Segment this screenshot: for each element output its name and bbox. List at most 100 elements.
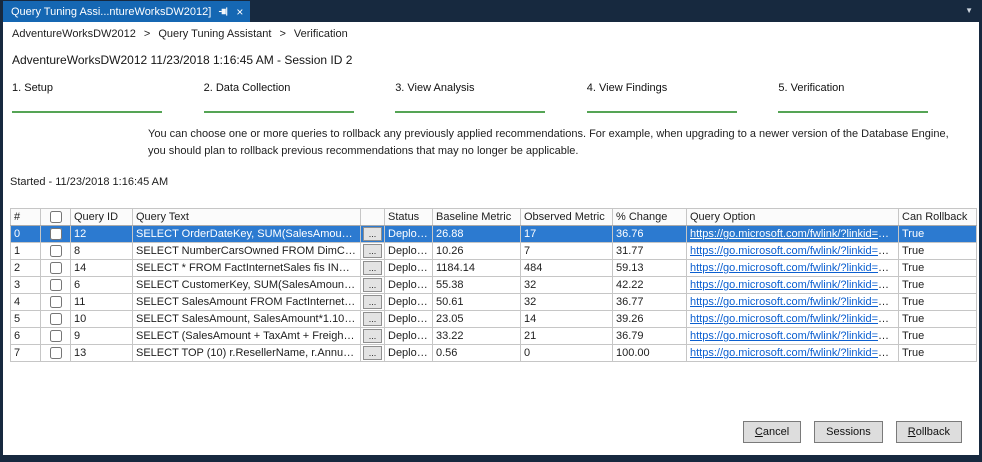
- status-cell: Deployed: [385, 226, 433, 243]
- row-checkbox[interactable]: [50, 313, 62, 325]
- row-number-cell[interactable]: 1: [11, 243, 41, 260]
- query-text-expand-cell[interactable]: ...: [361, 243, 385, 260]
- row-select-cell[interactable]: [41, 277, 71, 294]
- row-checkbox[interactable]: [50, 347, 62, 359]
- row-number-cell[interactable]: 7: [11, 345, 41, 362]
- grid-row[interactable]: 36SELECT CustomerKey, SUM(SalesAmount) A…: [11, 277, 977, 294]
- grid-row[interactable]: 012SELECT OrderDateKey, SUM(SalesAmount)…: [11, 226, 977, 243]
- row-select-cell[interactable]: [41, 311, 71, 328]
- document-tab[interactable]: Query Tuning Assi...ntureWorksDW2012] ×: [3, 1, 250, 22]
- row-select-cell[interactable]: [41, 226, 71, 243]
- row-number-cell[interactable]: 0: [11, 226, 41, 243]
- row-checkbox[interactable]: [50, 330, 62, 342]
- row-checkbox[interactable]: [50, 245, 62, 257]
- expand-query-text-button[interactable]: ...: [363, 227, 382, 241]
- col-query-option[interactable]: Query Option: [687, 209, 899, 226]
- expand-query-text-button[interactable]: ...: [363, 278, 382, 292]
- row-checkbox[interactable]: [50, 262, 62, 274]
- row-select-cell[interactable]: [41, 243, 71, 260]
- grid-row[interactable]: 411SELECT SalesAmount FROM FactInternetS…: [11, 294, 977, 311]
- query-text-expand-cell[interactable]: ...: [361, 294, 385, 311]
- query-text-expand-cell[interactable]: ...: [361, 277, 385, 294]
- expand-query-text-button[interactable]: ...: [363, 261, 382, 275]
- grid-row[interactable]: 18SELECT NumberCarsOwned FROM DimCustome…: [11, 243, 977, 260]
- row-number-cell[interactable]: 3: [11, 277, 41, 294]
- row-select-cell[interactable]: [41, 328, 71, 345]
- rollback-button[interactable]: Rollback: [896, 421, 962, 443]
- query-text-expand-cell[interactable]: ...: [361, 260, 385, 277]
- query-text-expand-cell[interactable]: ...: [361, 311, 385, 328]
- grid-row[interactable]: 69SELECT (SalesAmount + TaxAmt + Freight…: [11, 328, 977, 345]
- row-number-cell[interactable]: 5: [11, 311, 41, 328]
- grid-row[interactable]: 510SELECT SalesAmount, SalesAmount*1.10 …: [11, 311, 977, 328]
- queries-grid: # Query ID Query Text Status Baseline Me…: [10, 208, 979, 362]
- can-rollback-cell: True: [899, 311, 977, 328]
- col-pct-change[interactable]: % Change: [613, 209, 687, 226]
- query-text-expand-cell[interactable]: ...: [361, 345, 385, 362]
- col-baseline-metric[interactable]: Baseline Metric: [433, 209, 521, 226]
- expand-query-text-button[interactable]: ...: [363, 329, 382, 343]
- grid-row[interactable]: 713SELECT TOP (10) r.ResellerName, r.Ann…: [11, 345, 977, 362]
- query-text-expand-cell[interactable]: ...: [361, 328, 385, 345]
- col-status[interactable]: Status: [385, 209, 433, 226]
- row-select-cell[interactable]: [41, 345, 71, 362]
- col-query-id[interactable]: Query ID: [71, 209, 133, 226]
- step-label: 1. Setup: [12, 82, 204, 94]
- query-option-cell: https://go.microsoft.com/fwlink/?linkid=…: [687, 311, 899, 328]
- row-number-cell[interactable]: 4: [11, 294, 41, 311]
- pct-change-cell: 42.22: [613, 277, 687, 294]
- expand-query-text-button[interactable]: ...: [363, 312, 382, 326]
- row-number-cell[interactable]: 2: [11, 260, 41, 277]
- query-id-cell: 10: [71, 311, 133, 328]
- query-option-link[interactable]: https://go.microsoft.com/fwlink/?linkid=…: [690, 330, 899, 342]
- row-select-cell[interactable]: [41, 294, 71, 311]
- row-checkbox[interactable]: [50, 279, 62, 291]
- cancel-button[interactable]: Cancel: [743, 421, 801, 443]
- query-option-link[interactable]: https://go.microsoft.com/fwlink/?linkid=…: [690, 347, 899, 359]
- row-checkbox[interactable]: [50, 228, 62, 240]
- query-option-link[interactable]: https://go.microsoft.com/fwlink/?linkid=…: [690, 245, 899, 257]
- observed-metric-cell: 21: [521, 328, 613, 345]
- breadcrumb-item-qta[interactable]: Query Tuning Assistant: [158, 28, 271, 40]
- col-can-rollback[interactable]: Can Rollback: [899, 209, 977, 226]
- pin-icon[interactable]: [218, 6, 229, 17]
- breadcrumb-item-database[interactable]: AdventureWorksDW2012: [12, 28, 136, 40]
- tab-title: Query Tuning Assi...ntureWorksDW2012]: [11, 6, 211, 18]
- session-started-label: Started - 11/23/2018 1:16:45 AM: [10, 176, 979, 188]
- col-row-number: #: [11, 209, 41, 226]
- close-icon[interactable]: ×: [236, 6, 243, 18]
- query-tuning-assistant-window: Query Tuning Assi...ntureWorksDW2012] × …: [0, 0, 982, 462]
- col-select-all[interactable]: [41, 209, 71, 226]
- step-label: 4. View Findings: [587, 82, 779, 94]
- expand-query-text-button[interactable]: ...: [363, 346, 382, 360]
- col-query-text[interactable]: Query Text: [133, 209, 361, 226]
- observed-metric-cell: 32: [521, 277, 613, 294]
- can-rollback-cell: True: [899, 277, 977, 294]
- breadcrumb-item-verification[interactable]: Verification: [294, 28, 348, 40]
- query-option-link[interactable]: https://go.microsoft.com/fwlink/?linkid=…: [690, 279, 899, 291]
- pct-change-cell: 59.13: [613, 260, 687, 277]
- query-id-cell: 11: [71, 294, 133, 311]
- tab-list-dropdown-icon[interactable]: ▼: [965, 6, 973, 15]
- expand-query-text-button[interactable]: ...: [363, 244, 382, 258]
- expand-query-text-button[interactable]: ...: [363, 295, 382, 309]
- status-cell: Deployed: [385, 328, 433, 345]
- wizard-steps: 1. Setup 2. Data Collection 3. View Anal…: [12, 82, 970, 113]
- col-observed-metric[interactable]: Observed Metric: [521, 209, 613, 226]
- query-option-cell: https://go.microsoft.com/fwlink/?linkid=…: [687, 294, 899, 311]
- row-select-cell[interactable]: [41, 260, 71, 277]
- query-text-cell: SELECT TOP (10) r.ResellerName, r.Annual…: [133, 345, 361, 362]
- sessions-button[interactable]: Sessions: [814, 421, 883, 443]
- pct-change-cell: 31.77: [613, 243, 687, 260]
- query-option-link[interactable]: https://go.microsoft.com/fwlink/?linkid=…: [690, 262, 899, 274]
- query-option-cell: https://go.microsoft.com/fwlink/?linkid=…: [687, 226, 899, 243]
- grid-row[interactable]: 214SELECT * FROM FactInternetSales fis I…: [11, 260, 977, 277]
- select-all-checkbox[interactable]: [50, 211, 62, 223]
- query-option-link[interactable]: https://go.microsoft.com/fwlink/?linkid=…: [690, 228, 899, 240]
- can-rollback-cell: True: [899, 243, 977, 260]
- query-option-link[interactable]: https://go.microsoft.com/fwlink/?linkid=…: [690, 313, 899, 325]
- row-number-cell[interactable]: 6: [11, 328, 41, 345]
- query-text-expand-cell[interactable]: ...: [361, 226, 385, 243]
- query-option-link[interactable]: https://go.microsoft.com/fwlink/?linkid=…: [690, 296, 899, 308]
- row-checkbox[interactable]: [50, 296, 62, 308]
